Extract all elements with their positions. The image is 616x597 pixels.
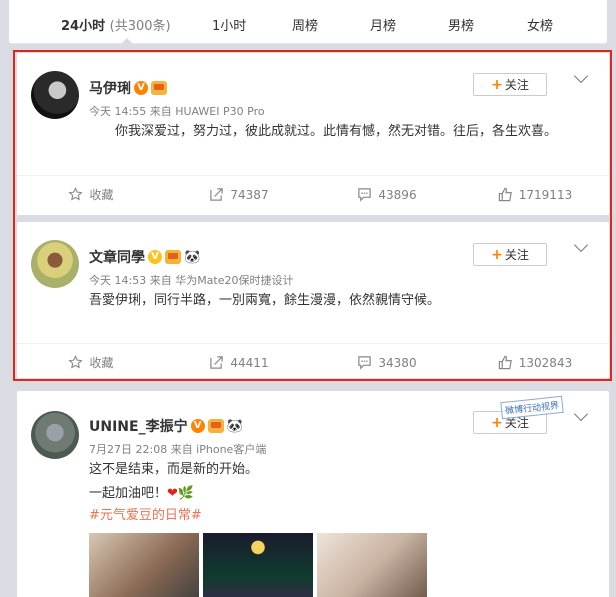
action-bar: 收藏 74387 43896 1719113: [17, 175, 609, 213]
heart-icon: ❤: [167, 486, 178, 501]
tab-24h-label: 24小时: [61, 19, 106, 34]
plus-icon: +: [491, 76, 503, 93]
fav-label: 收藏: [89, 356, 114, 370]
action-bar: 收藏 44411 34380 1302843: [17, 343, 609, 381]
comment-count: 34380: [378, 355, 417, 370]
chevron-down-icon[interactable]: [573, 68, 589, 84]
share-button[interactable]: 74387: [165, 176, 313, 213]
stamp-badge: 微博行动视界: [500, 395, 564, 420]
chevron-down-icon[interactable]: [573, 406, 589, 422]
user-row: UNINE_李振宁 V 🐼: [89, 416, 243, 436]
panda-icon: 🐼: [226, 418, 243, 434]
post-text-line2-text: 一起加油吧！: [89, 486, 168, 501]
avatar[interactable]: [31, 411, 79, 459]
post-meta: 今天 14:55 来自 HUAWEI P30 Pro: [89, 105, 265, 118]
post-text-line1: 这不是结束，而是新的开始。: [89, 462, 259, 477]
photo-thumbnail[interactable]: [89, 533, 199, 597]
tab-male[interactable]: 男榜: [448, 15, 474, 34]
comment-count: 43896: [378, 187, 417, 202]
avatar[interactable]: [31, 240, 79, 288]
follow-button[interactable]: + 关注: [473, 243, 547, 266]
user-name[interactable]: 文章同學: [89, 247, 145, 267]
leaf-icon: 🌿: [177, 486, 195, 501]
post-card-1: 马伊琍 V 今天 14:55 来自 HUAWEI P30 Pro 你我深爱过，努…: [17, 53, 609, 215]
share-button[interactable]: 44411: [165, 344, 313, 381]
follow-label: 关注: [504, 248, 529, 262]
fav-label: 收藏: [89, 188, 114, 202]
follow-label: 关注: [504, 78, 529, 92]
photo-thumbnail[interactable]: [317, 533, 427, 597]
tab-female[interactable]: 女榜: [527, 15, 553, 34]
verified-badge-icon: V: [134, 81, 148, 95]
fav-button[interactable]: 收藏: [17, 176, 165, 213]
active-tab-caret: [121, 38, 133, 44]
comment-icon: [358, 188, 372, 202]
post-meta: 7月27日 22:08 来自 iPhone客户端: [89, 443, 267, 456]
tab-24h-count: (共300条): [109, 19, 171, 34]
user-row: 马伊琍 V: [89, 78, 167, 98]
share-count: 74387: [230, 187, 269, 202]
post-text: 吾愛伊琍，同行半路，一別兩寬，餘生漫漫，依然親情守候。: [89, 293, 441, 308]
tab-month[interactable]: 月榜: [370, 15, 396, 34]
post-card-3: UNINE_李振宁 V 🐼 7月27日 22:08 来自 iPhone客户端 这…: [17, 391, 609, 597]
panda-icon: 🐼: [184, 249, 201, 265]
verified-badge-icon: V: [190, 419, 205, 433]
crown-icon: [165, 250, 181, 264]
like-count: 1719113: [518, 187, 573, 202]
like-button[interactable]: 1302843: [461, 344, 609, 381]
user-name[interactable]: 马伊琍: [89, 78, 131, 98]
avatar[interactable]: [31, 71, 79, 119]
like-icon: [498, 355, 512, 370]
like-button[interactable]: 1719113: [461, 176, 609, 213]
crown-icon: [151, 81, 167, 95]
post-text: 你我深爱过，努力过，彼此成就过。此情有憾，然无对错。往后，各生欢喜。: [115, 124, 558, 139]
follow-button[interactable]: + 关注: [473, 73, 547, 96]
comment-button[interactable]: 43896: [313, 176, 461, 213]
comment-button[interactable]: 34380: [313, 344, 461, 381]
share-count: 44411: [230, 355, 269, 370]
crown-icon: [207, 419, 224, 433]
user-name[interactable]: UNINE_李振宁: [89, 416, 188, 436]
user-row: 文章同學 V 🐼: [89, 247, 200, 267]
photo-thumbnail[interactable]: [203, 533, 313, 597]
star-icon: [68, 355, 84, 369]
fav-button[interactable]: 收藏: [17, 344, 165, 381]
tab-1h[interactable]: 1小时: [212, 15, 246, 34]
tab-week[interactable]: 周榜: [292, 15, 318, 34]
star-icon: [68, 187, 84, 201]
comment-icon: [358, 356, 372, 370]
hashtag-link[interactable]: #元气爱豆的日常#: [89, 505, 585, 527]
share-icon: [210, 356, 224, 369]
like-count: 1302843: [518, 355, 573, 370]
post-card-2: 文章同學 V 🐼 今天 14:53 来自 华为Mate20保时捷设计 吾愛伊琍，…: [17, 222, 609, 378]
post-meta: 今天 14:53 来自 华为Mate20保时捷设计: [89, 274, 294, 287]
plus-icon: +: [491, 246, 503, 263]
like-icon: [498, 187, 512, 202]
post-text-line2: 一起加油吧！❤🌿: [89, 483, 585, 505]
ranking-tabs: 24小时 (共300条) 1小时 周榜 月榜 男榜 女榜: [9, 0, 607, 44]
share-icon: [210, 188, 224, 201]
verified-badge-icon: V: [148, 250, 162, 264]
tab-24h[interactable]: 24小时 (共300条): [61, 15, 171, 34]
chevron-down-icon[interactable]: [573, 237, 589, 253]
